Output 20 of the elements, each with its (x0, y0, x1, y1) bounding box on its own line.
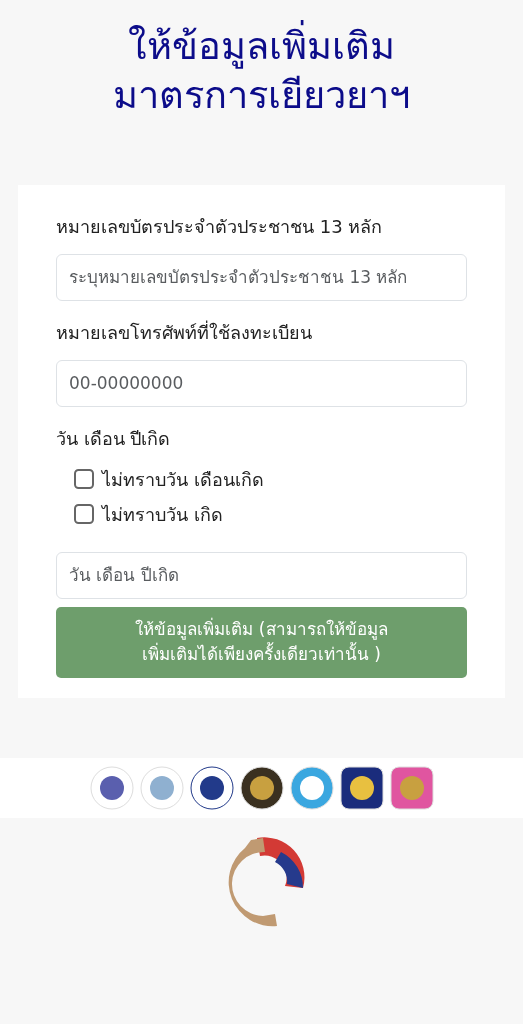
field-label: หมายเลขบัตรประจำตัวประชาชน 13 หลัก (56, 214, 384, 239)
emblem-icon (339, 765, 384, 810)
submit-button[interactable]: ให้ข้อมูลเพิ่มเติม (สามารถให้ข้อมูล เพิ่มเติมได้เพียงครั้งเดียวเท่านั้น ) (56, 606, 467, 678)
checkbox-label: ไม่ทราบวัน เกิด (102, 502, 223, 527)
checkbox-label: ไม่ทราบวัน เดือนเกิด (102, 467, 264, 492)
input-field[interactable]: วัน เดือน ปีเกิด (56, 551, 467, 599)
emblem-icon (89, 765, 134, 810)
emblem-icon (239, 765, 284, 810)
page-title: ให้ข้อมูลเพิ่มเติม (0, 22, 523, 72)
field-label: หมายเลขโทรศัพท์ที่ใช้ลงทะเบียน (56, 319, 313, 345)
emblem-icon (189, 765, 234, 810)
checkbox[interactable] (74, 504, 94, 525)
emblem-icon (139, 765, 184, 810)
input-field[interactable]: ระบุหมายเลขบัตรประจำตัวประชาชน 13 หลัก (56, 253, 467, 301)
page-title: มาตรการเยียวยาฯ (112, 72, 411, 120)
input-field[interactable]: 00-00000000 (56, 359, 467, 407)
checkbox[interactable] (74, 469, 94, 490)
emblem-icon (289, 765, 334, 810)
field-label: วัน เดือน ปีเกิด (56, 426, 172, 451)
emblem-icon (389, 765, 434, 810)
